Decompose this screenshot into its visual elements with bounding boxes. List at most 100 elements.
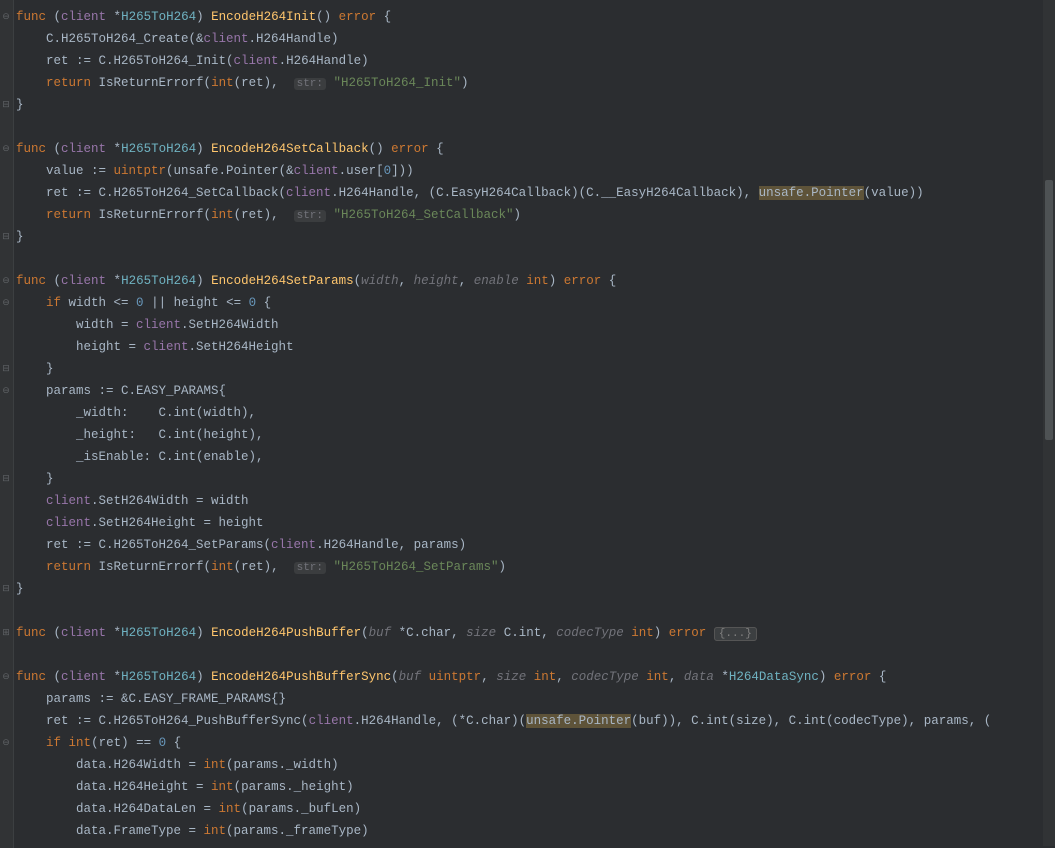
code-token: if [46, 736, 61, 750]
code-token: (params._height) [234, 780, 354, 794]
code-token: ( [361, 626, 369, 640]
code-line[interactable] [16, 644, 1055, 666]
code-token: * [106, 626, 121, 640]
code-token: int [526, 274, 549, 288]
code-line[interactable]: data.H264DataLen = int(params._bufLen) [16, 798, 1055, 820]
code-line[interactable]: C.H265ToH264_Create(&client.H264Handle) [16, 28, 1055, 50]
code-line[interactable] [16, 248, 1055, 270]
code-token: data.H264Height = [16, 780, 211, 794]
code-token: ( [46, 670, 61, 684]
code-token: codecType [556, 626, 624, 640]
code-line[interactable]: width = client.SetH264Width [16, 314, 1055, 336]
code-token: func [16, 10, 46, 24]
code-line[interactable] [16, 116, 1055, 138]
code-line[interactable]: func (client *H265ToH264) EncodeH264Init… [16, 6, 1055, 28]
code-token [16, 516, 46, 530]
fold-toggle-icon[interactable]: ⊖ [1, 12, 11, 22]
code-line[interactable]: } [16, 358, 1055, 380]
code-line[interactable] [16, 600, 1055, 622]
fold-toggle-icon[interactable]: ⊞ [1, 628, 11, 638]
fold-toggle-icon[interactable]: ⊖ [1, 298, 11, 308]
code-line[interactable]: ret := C.H265ToH264_Init(client.H264Hand… [16, 50, 1055, 72]
code-line[interactable]: func (client *H265ToH264) EncodeH264Push… [16, 622, 1055, 644]
code-token: size [466, 626, 496, 640]
code-line[interactable]: if int(ret) == 0 { [16, 732, 1055, 754]
code-line[interactable]: data.H264Height = int(params._height) [16, 776, 1055, 798]
code-line[interactable]: ret := C.H265ToH264_PushBufferSync(clien… [16, 710, 1055, 732]
code-token: { [376, 10, 391, 24]
code-token: data.H264DataLen = [16, 802, 219, 816]
fold-toggle-icon[interactable]: ⊟ [1, 584, 11, 594]
code-token: width <= [61, 296, 136, 310]
code-line[interactable]: } [16, 578, 1055, 600]
fold-toggle-icon[interactable]: ⊖ [1, 386, 11, 396]
fold-marker[interactable]: {...} [714, 627, 757, 641]
code-token: .H264Handle, (*C.char)( [354, 714, 527, 728]
code-token: client [204, 32, 249, 46]
code-line[interactable]: params := &C.EASY_FRAME_PARAMS{} [16, 688, 1055, 710]
fold-toggle-icon[interactable]: ⊖ [1, 144, 11, 154]
code-token: client [46, 494, 91, 508]
fold-toggle-icon[interactable]: ⊟ [1, 232, 11, 242]
code-line[interactable]: func (client *H265ToH264) EncodeH264SetP… [16, 270, 1055, 292]
code-token: data.H264Width = [16, 758, 204, 772]
code-token: } [16, 362, 54, 376]
code-token: EncodeH264SetCallback [211, 142, 369, 156]
fold-toggle-icon[interactable]: ⊟ [1, 474, 11, 484]
code-line[interactable]: client.SetH264Height = height [16, 512, 1055, 534]
code-line[interactable]: } [16, 468, 1055, 490]
code-line[interactable]: data.FrameType = int(params._frameType) [16, 820, 1055, 842]
code-line[interactable]: client.SetH264Width = width [16, 490, 1055, 512]
fold-toggle-icon[interactable]: ⊖ [1, 276, 11, 286]
code-token [326, 560, 334, 574]
code-token: client [309, 714, 354, 728]
code-line[interactable]: data.H264Width = int(params._width) [16, 754, 1055, 776]
code-line[interactable]: } [16, 226, 1055, 248]
code-token: } [16, 98, 24, 112]
code-token: func [16, 142, 46, 156]
code-line[interactable]: params := C.EASY_PARAMS{ [16, 380, 1055, 402]
code-line[interactable]: return IsReturnErrorf(int(ret), str: "H2… [16, 72, 1055, 94]
code-token: (params._frameType) [226, 824, 369, 838]
code-token: int [204, 824, 227, 838]
code-line[interactable]: value := uintptr(unsafe.Pointer(&client.… [16, 160, 1055, 182]
code-token: func [16, 626, 46, 640]
code-token [326, 76, 334, 90]
code-line[interactable]: height = client.SetH264Height [16, 336, 1055, 358]
code-token: error [391, 142, 429, 156]
vertical-scrollbar[interactable] [1043, 0, 1055, 846]
code-token: { [256, 296, 271, 310]
code-line[interactable]: _width: C.int(width), [16, 402, 1055, 424]
code-line[interactable]: } [16, 94, 1055, 116]
code-line[interactable]: func (client *H265ToH264) EncodeH264SetC… [16, 138, 1055, 160]
code-line[interactable]: _height: C.int(height), [16, 424, 1055, 446]
code-line[interactable]: _isEnable: C.int(enable), [16, 446, 1055, 468]
code-line[interactable]: return IsReturnErrorf(int(ret), str: "H2… [16, 556, 1055, 578]
code-editor[interactable]: ⊖ ⊟ ⊖ ⊟ ⊖ ⊖ ⊟ ⊖ ⊟ ⊟ ⊞ ⊖ ⊖ func (client *H265ToH264) … [0, 0, 1055, 848]
code-token: return [46, 208, 91, 222]
code-token: width [361, 274, 399, 288]
code-token: ) [196, 274, 211, 288]
fold-toggle-icon[interactable]: ⊖ [1, 738, 11, 748]
code-token: ) [514, 208, 522, 222]
code-token: H264DataSync [729, 670, 819, 684]
code-area[interactable]: func (client *H265ToH264) EncodeH264Init… [14, 0, 1055, 848]
code-line[interactable]: return IsReturnErrorf(int(ret), str: "H2… [16, 204, 1055, 226]
code-line[interactable]: func (client *H265ToH264) EncodeH264Push… [16, 666, 1055, 688]
fold-toggle-icon[interactable]: ⊟ [1, 100, 11, 110]
code-token: () [369, 142, 392, 156]
code-token: ret := C.H265ToH264_SetParams( [16, 538, 271, 552]
code-token: client [286, 186, 331, 200]
code-line[interactable]: ret := C.H265ToH264_SetParams(client.H26… [16, 534, 1055, 556]
code-token: _isEnable: C.int(enable), [16, 450, 264, 464]
gutter[interactable]: ⊖ ⊟ ⊖ ⊟ ⊖ ⊖ ⊟ ⊖ ⊟ ⊟ ⊞ ⊖ ⊖ [0, 0, 14, 848]
code-token: ret := C.H265ToH264_Init( [16, 54, 234, 68]
code-token: func [16, 274, 46, 288]
fold-toggle-icon[interactable]: ⊖ [1, 672, 11, 682]
fold-toggle-icon[interactable]: ⊟ [1, 364, 11, 374]
code-token: , [481, 670, 496, 684]
code-token: * [106, 274, 121, 288]
code-line[interactable]: ret := C.H265ToH264_SetCallback(client.H… [16, 182, 1055, 204]
scrollbar-thumb[interactable] [1045, 180, 1053, 440]
code-line[interactable]: if width <= 0 || height <= 0 { [16, 292, 1055, 314]
